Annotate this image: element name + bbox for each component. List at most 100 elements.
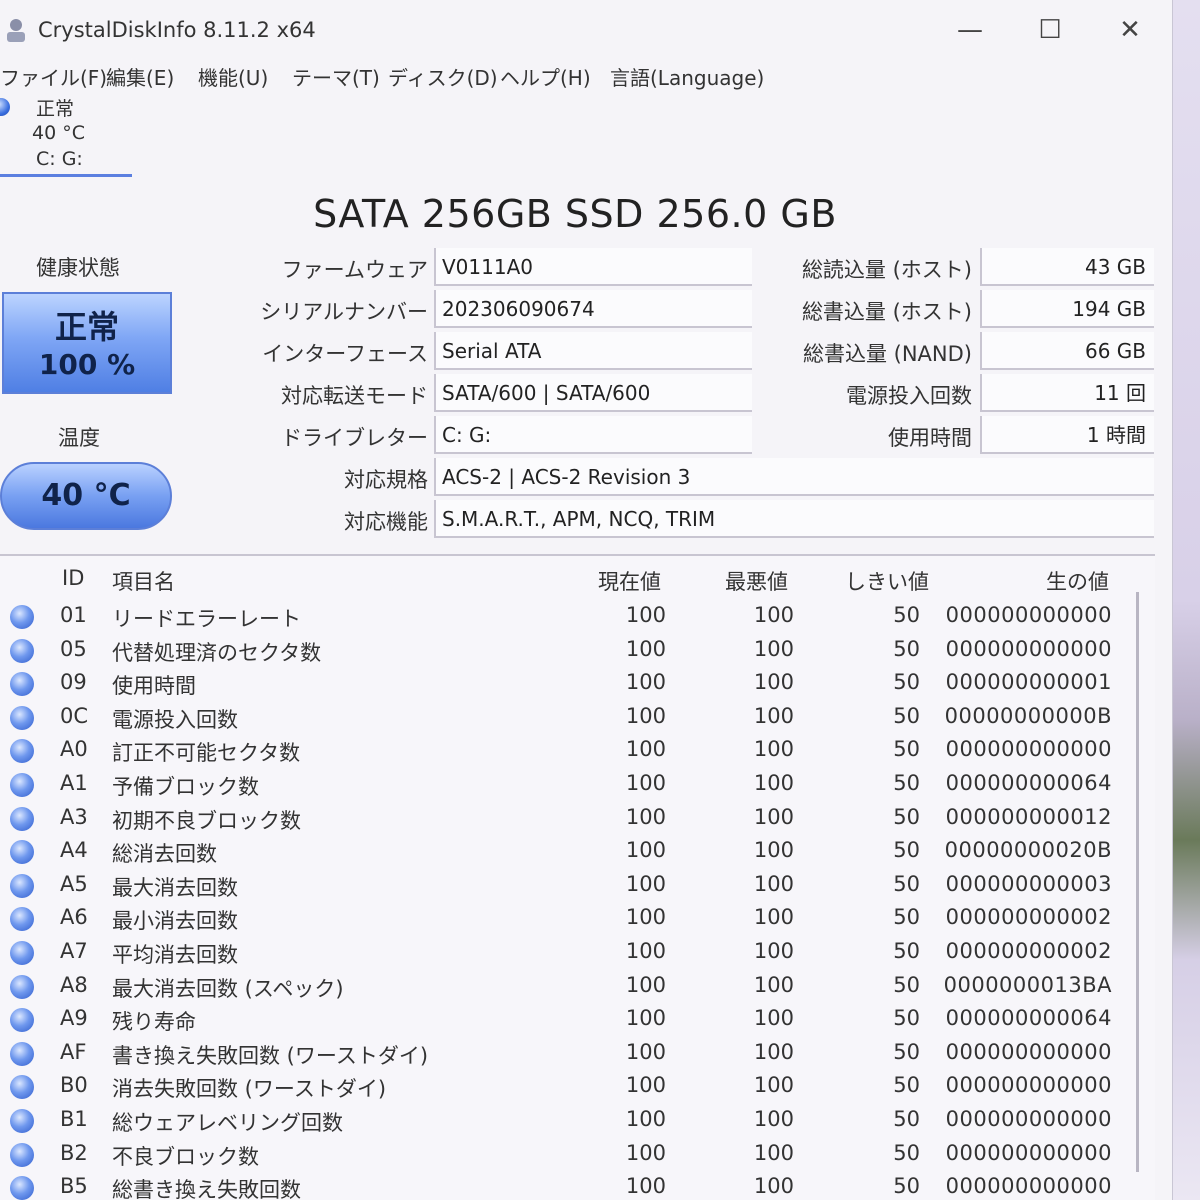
table-row[interactable]: B5 総書き換え失敗回数 100 100 50 000000000000 — [0, 1171, 1155, 1200]
row-worst: 100 — [753, 603, 794, 627]
row-name: 不良ブロック数 — [112, 1144, 259, 1169]
row-threshold: 50 — [893, 905, 920, 930]
menu-edit[interactable]: 編集(E) — [106, 62, 174, 91]
table-row[interactable]: B0 消去失敗回数 (ワーストダイ) 100 100 50 000000000000 — [0, 1070, 1155, 1103]
table-row[interactable]: B1 総ウェアレベリング回数 100 100 50 000000000000 — [0, 1104, 1155, 1137]
status-dot-icon — [0, 98, 10, 116]
row-worst: 100 — [753, 905, 794, 930]
row-threshold: 50 — [893, 871, 920, 896]
host-writes-value: 194 GB — [980, 290, 1154, 328]
row-name: 代替処理済のセクタ数 — [112, 640, 322, 665]
table-row[interactable]: A3 初期不良ブロック数 100 100 50 000000000012 — [0, 802, 1155, 835]
row-id: B1 — [60, 1107, 88, 1131]
row-id: B5 — [60, 1174, 88, 1199]
table-row[interactable]: A0 訂正不可能セクタ数 100 100 50 000000000000 — [0, 734, 1155, 767]
minimize-button[interactable]: — — [950, 12, 990, 48]
row-name: 最小消去回数 — [112, 909, 238, 934]
disk-model: SATA 256GB SSD 256.0 GB — [313, 192, 837, 236]
row-current: 100 — [625, 1174, 666, 1199]
row-current: 100 — [625, 905, 666, 930]
row-raw: 000000000000 — [945, 1039, 1112, 1064]
row-id: B0 — [60, 1073, 88, 1098]
row-worst: 100 — [753, 1006, 794, 1031]
row-threshold: 50 — [893, 636, 920, 661]
status-dot-icon — [10, 1142, 34, 1167]
disk-tab[interactable]: 正常 40 °C C: G: — [0, 92, 132, 177]
row-threshold: 50 — [893, 838, 920, 863]
row-raw: 000000000001 — [945, 670, 1112, 695]
menu-file[interactable]: ファイル(F) — [0, 62, 107, 91]
row-worst: 100 — [753, 1140, 794, 1165]
header-worst[interactable]: 最悪値 — [725, 566, 788, 596]
row-raw: 000000000012 — [945, 804, 1112, 829]
standard-value: ACS-2 | ACS-2 Revision 3 — [434, 458, 1154, 496]
window-title: CrystalDiskInfo 8.11.2 x64 — [38, 18, 316, 42]
table-row[interactable]: 09 使用時間 100 100 50 000000000001 — [0, 667, 1155, 700]
transfer-mode-label: 対応転送モード — [281, 384, 428, 408]
table-row[interactable]: A5 最大消去回数 100 100 50 000000000003 — [0, 869, 1155, 902]
interface-label: インターフェース — [262, 342, 428, 366]
row-current: 100 — [625, 838, 666, 863]
temperature-value: 40 °C — [41, 478, 131, 513]
health-label: 健康状態 — [36, 256, 120, 280]
row-threshold: 50 — [893, 1039, 920, 1064]
table-row[interactable]: 0C 電源投入回数 100 100 50 00000000000B — [0, 701, 1155, 734]
table-row[interactable]: 01 リードエラーレート 100 100 50 000000000000 — [0, 600, 1155, 633]
table-scrollbar[interactable] — [1136, 592, 1139, 1172]
table-row[interactable]: B2 不良ブロック数 100 100 50 000000000000 — [0, 1138, 1155, 1171]
status-dot-icon — [10, 672, 34, 697]
row-current: 100 — [625, 771, 666, 795]
header-id[interactable]: ID — [62, 566, 84, 590]
row-raw: 000000000000 — [945, 1107, 1112, 1131]
status-dot-icon — [10, 705, 34, 730]
table-row[interactable]: 05 代替処理済のセクタ数 100 100 50 000000000000 — [0, 634, 1155, 667]
table-row[interactable]: A9 残り寿命 100 100 50 000000000064 — [0, 1003, 1155, 1036]
temperature-button[interactable]: 40 °C — [0, 462, 172, 530]
menu-help[interactable]: ヘルプ(H) — [500, 62, 591, 91]
row-raw: 000000000003 — [945, 871, 1112, 896]
menu-theme[interactable]: テーマ(T) — [292, 62, 380, 91]
row-name: 書き換え失敗回数 (ワーストダイ) — [112, 1043, 429, 1068]
table-row[interactable]: A6 最小消去回数 100 100 50 000000000002 — [0, 902, 1155, 935]
table-row[interactable]: A1 予備ブロック数 100 100 50 000000000064 — [0, 768, 1155, 801]
app-icon — [7, 19, 25, 42]
table-row[interactable]: A8 最大消去回数 (スペック) 100 100 50 0000000013BA — [0, 970, 1155, 1003]
status-dot-icon — [10, 1008, 34, 1033]
table-row[interactable]: AF 書き換え失敗回数 (ワーストダイ) 100 100 50 000000000000 — [0, 1037, 1155, 1070]
header-name[interactable]: 項目名 — [112, 566, 175, 596]
row-worst: 100 — [753, 804, 794, 829]
menu-language[interactable]: 言語(Language) — [610, 62, 764, 91]
menu-disk[interactable]: ディスク(D) — [388, 62, 498, 91]
header-threshold[interactable]: しきい値 — [845, 566, 929, 596]
row-current: 100 — [625, 1006, 666, 1031]
row-raw: 000000000064 — [945, 771, 1112, 795]
table-row[interactable]: A7 平均消去回数 100 100 50 000000000002 — [0, 936, 1155, 969]
status-dot-icon — [10, 840, 34, 865]
header-current[interactable]: 現在値 — [598, 566, 661, 596]
standard-label: 対応規格 — [344, 468, 428, 492]
row-current: 100 — [625, 636, 666, 661]
menu-bar: ファイル(F) 編集(E) 機能(U) テーマ(T) ディスク(D) ヘルプ(H… — [0, 60, 1172, 92]
health-percent: 100 % — [38, 348, 136, 381]
row-threshold: 50 — [893, 771, 920, 795]
row-threshold: 50 — [893, 1140, 920, 1165]
maximize-button[interactable]: ☐ — [1030, 12, 1070, 48]
row-raw: 000000000000 — [945, 636, 1112, 661]
smart-table[interactable]: ID 項目名 現在値 最悪値 しきい値 生の値 01 リードエラーレート 100 10… — [0, 554, 1155, 1200]
row-threshold: 50 — [893, 1073, 920, 1098]
health-status-text: 正常 — [54, 308, 119, 346]
row-id: A6 — [60, 905, 88, 930]
row-name: 最大消去回数 — [112, 875, 238, 900]
status-dot-icon — [10, 907, 34, 932]
header-raw[interactable]: 生の値 — [1046, 566, 1109, 596]
menu-function[interactable]: 機能(U) — [198, 62, 268, 91]
health-status-button[interactable]: 正常 100 % — [2, 292, 172, 394]
row-id: 0C — [60, 703, 89, 728]
row-worst: 100 — [753, 1174, 794, 1199]
row-name: 最大消去回数 (スペック) — [112, 976, 344, 1001]
close-button[interactable]: ✕ — [1110, 12, 1150, 48]
row-raw: 000000000000 — [945, 1073, 1112, 1098]
row-worst: 100 — [753, 871, 794, 896]
status-dot-icon — [10, 974, 34, 999]
table-row[interactable]: A4 総消去回数 100 100 50 00000000020B — [0, 835, 1155, 868]
